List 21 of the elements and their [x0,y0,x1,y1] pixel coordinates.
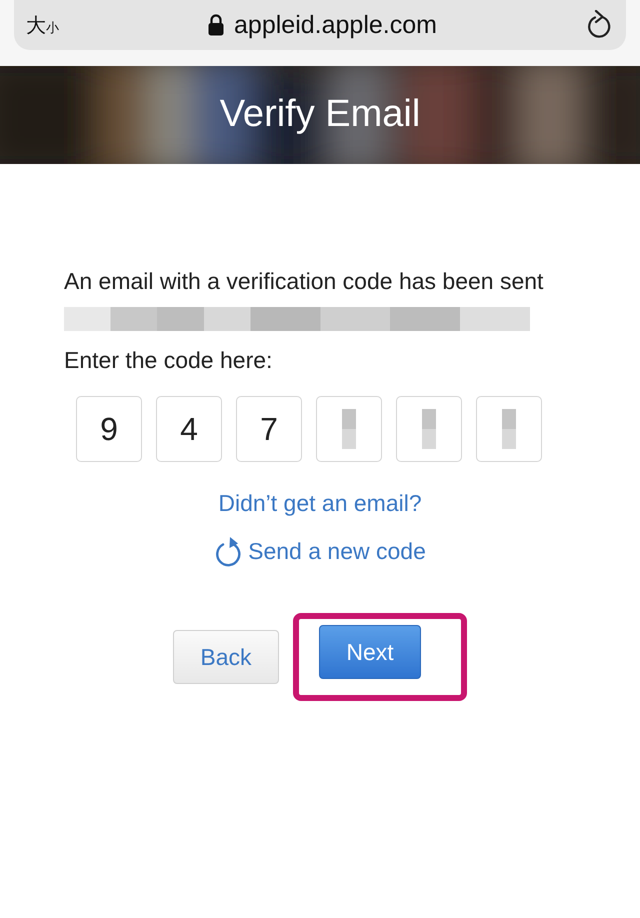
lock-icon [208,14,224,36]
code-digit-field[interactable] [476,396,542,462]
redaction-mark [422,409,436,449]
code-digit-field[interactable] [396,396,462,462]
text-size-button[interactable]: 大小 [26,12,59,38]
resend-link[interactable]: Send a new code [214,535,426,567]
redaction-mark [502,409,516,449]
url-text: appleid.apple.com [234,10,437,40]
code-digit-field[interactable] [316,396,382,462]
address-bar[interactable]: 大小 appleid.apple.com [14,0,626,50]
page-title: Verify Email [220,92,420,138]
message-text: An email with a verification code has been sent [64,267,544,296]
redaction-mark [342,409,356,449]
code-digit-field[interactable]: 9 [76,396,142,462]
code-digit-field[interactable]: 4 [156,396,222,462]
reload-icon[interactable] [586,10,612,40]
help-link[interactable]: Didn’t get an email? [218,490,422,517]
back-button[interactable]: Back [173,630,279,684]
prompt-text: Enter the code here: [64,346,274,375]
code-digit-field[interactable]: 7 [236,396,302,462]
next-button[interactable]: Next [319,625,421,679]
